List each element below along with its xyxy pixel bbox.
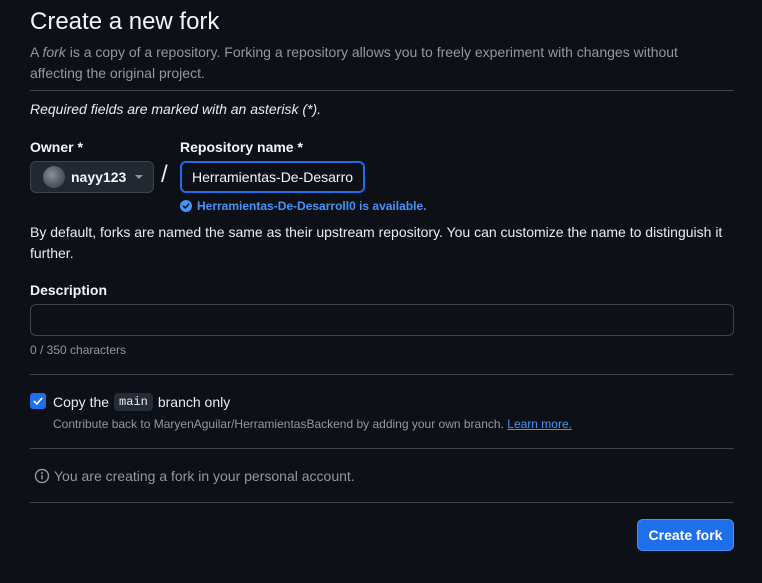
repository-name-input[interactable]	[180, 161, 365, 193]
info-text: You are creating a fork in your personal…	[54, 468, 355, 484]
personal-account-info: You are creating a fork in your personal…	[34, 468, 355, 484]
copy-branch-suffix: branch only	[157, 394, 231, 410]
owner-label: Owner *	[30, 139, 83, 155]
create-fork-button[interactable]: Create fork	[637, 519, 734, 551]
branch-name-code: main	[114, 393, 153, 411]
intro-emphasis: fork	[42, 44, 66, 60]
avatar	[43, 166, 65, 188]
intro-suffix: is a copy of a repository. Forking a rep…	[30, 44, 678, 81]
copy-branch-label: Copy the main branch only	[53, 393, 230, 411]
default-name-note: By default, forks are named the same as …	[30, 224, 723, 261]
intro-text: A fork is a copy of a repository. Forkin…	[30, 42, 710, 84]
availability-message: Herramientas-De-Desarroll0 is available.	[180, 199, 426, 213]
chevron-down-icon	[135, 175, 143, 179]
divider	[30, 448, 734, 449]
owner-select-button[interactable]: nayy123	[30, 161, 154, 193]
description-input[interactable]	[30, 304, 734, 336]
owner-name: nayy123	[71, 169, 127, 185]
divider	[30, 502, 734, 503]
description-char-count: 0 / 350 characters	[30, 343, 127, 357]
description-label: Description	[30, 282, 108, 298]
owner-repo-separator: /	[161, 161, 168, 188]
contribute-note: Contribute back to MaryenAguilar/Herrami…	[53, 417, 572, 431]
required-note: Required fields are marked with an aster…	[30, 101, 322, 117]
contribute-text: Contribute back to MaryenAguilar/Herrami…	[53, 417, 504, 431]
check-icon	[33, 397, 43, 405]
page-title: Create a new fork	[30, 8, 220, 35]
copy-main-branch-checkbox[interactable]	[30, 393, 46, 409]
copy-branch-prefix: Copy the	[53, 394, 110, 410]
check-circle-icon	[180, 200, 192, 212]
availability-text: Herramientas-De-Desarroll0 is available.	[197, 199, 427, 213]
create-fork-page: Create a new fork A fork is a copy of a …	[0, 0, 762, 583]
divider	[30, 374, 734, 375]
info-icon	[34, 468, 50, 484]
learn-more-link[interactable]: Learn more.	[507, 417, 572, 431]
intro-prefix: A	[30, 44, 43, 60]
divider	[30, 90, 734, 91]
repository-name-label: Repository name *	[180, 139, 303, 155]
